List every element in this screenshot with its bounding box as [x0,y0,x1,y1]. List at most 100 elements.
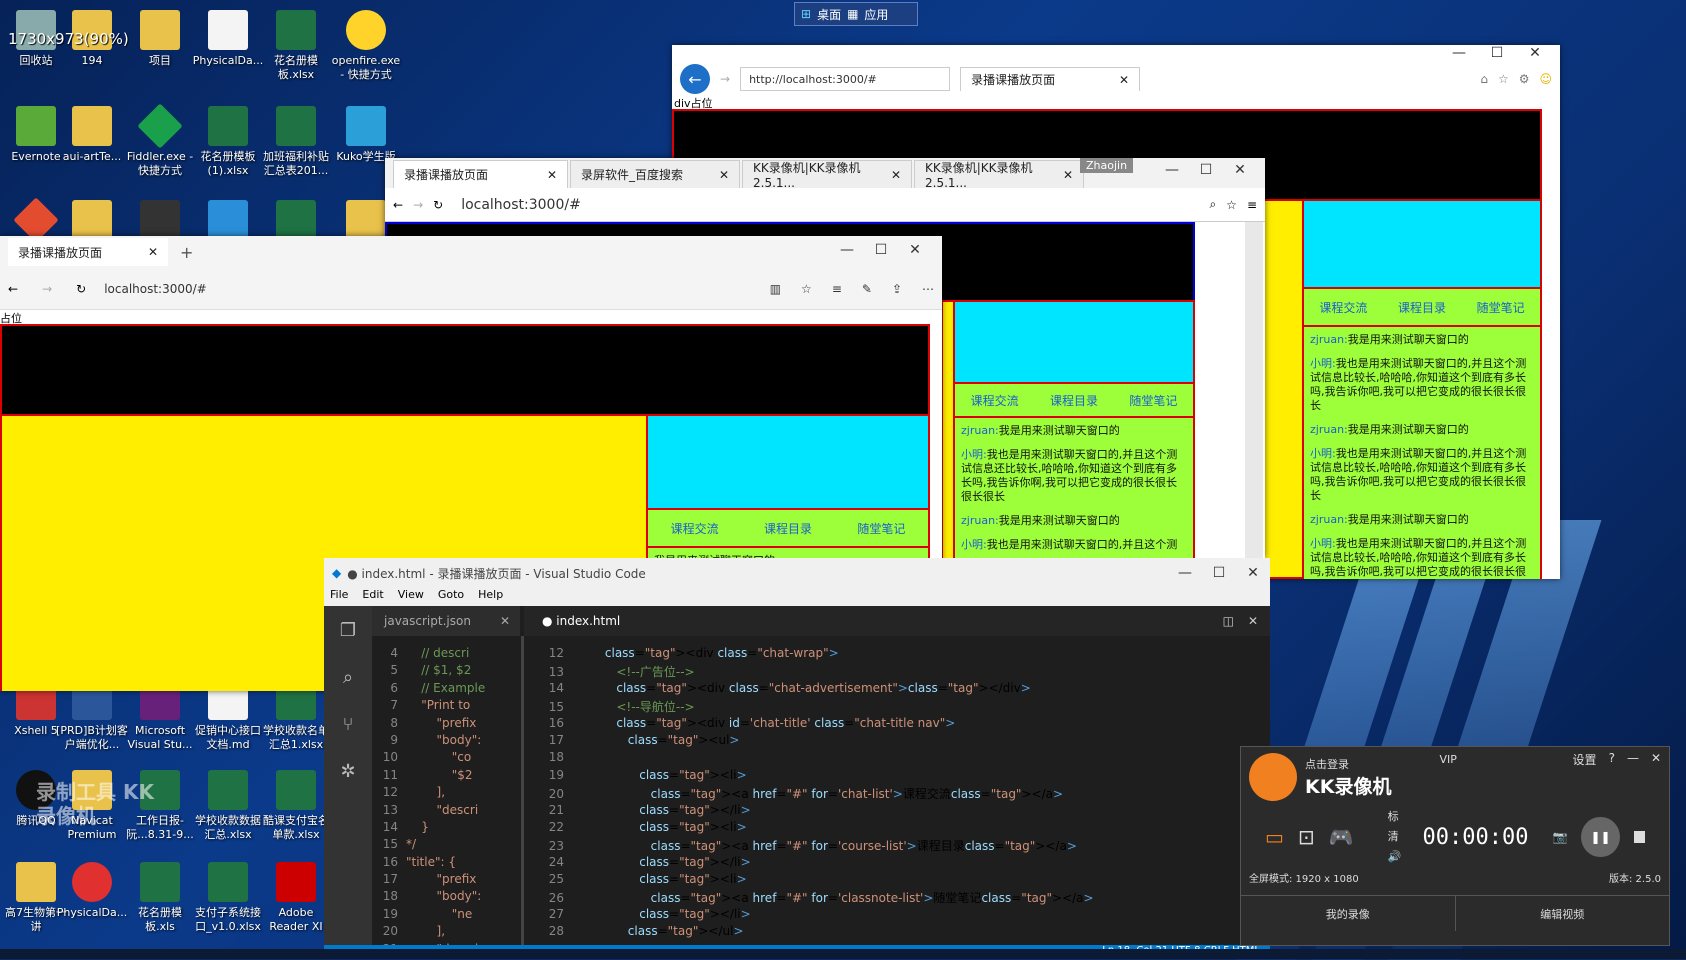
menu-file[interactable]: File [330,588,348,606]
desktop-switch-label[interactable]: 桌面 [817,6,841,23]
menu-icon[interactable]: ≡ [1247,198,1257,212]
ie-address-bar[interactable]: http://localhost:3000/# [740,67,951,91]
maximize-icon[interactable]: ☐ [1202,565,1236,581]
kk-settings[interactable]: 设置 [1573,751,1597,768]
forward-icon[interactable]: → [413,198,423,212]
more-icon[interactable]: ⋯ [922,282,934,296]
desktop-icon-physicalda-2[interactable]: PhysicalDa... [56,862,128,920]
maximize-icon[interactable]: ☐ [864,242,898,258]
pause-button[interactable]: ❚❚ [1581,817,1620,857]
desktop-icon-project[interactable]: 项目 [124,10,196,68]
note-icon[interactable]: ✎ [862,282,872,296]
kk-vip[interactable]: VIP [1439,753,1456,766]
nav-class-notes[interactable]: 随堂笔记 [857,520,905,537]
close-icon[interactable]: ✕ [1518,45,1552,63]
reading-view-icon[interactable]: ▥ [770,282,781,296]
minimize-icon[interactable]: — [830,242,864,258]
edge-address-bar[interactable]: localhost:3000/# [96,277,656,301]
help-icon[interactable]: ? [1609,751,1615,768]
chrome-tab-active[interactable]: 录播课播放页面 ✕ [393,160,568,188]
git-icon[interactable]: ⑂ [343,714,354,735]
desktop-icon-adobe[interactable]: Adobe Reader XI [260,862,332,934]
close-icon[interactable]: ✕ [898,242,932,258]
nav-course-chat[interactable]: 课程交流 [671,520,719,537]
desktop-icon-xlsx-1[interactable]: 花名册模板(1).xlsx [192,106,264,178]
editor-left-pane[interactable]: 4 // descri 5 // $1, $2 6 // Example 7 "Pri… [372,646,520,946]
scrollbar[interactable] [1245,222,1263,558]
nav-course-chat[interactable]: 课程交流 [1319,299,1367,316]
home-icon[interactable]: ⌂ [1480,72,1488,86]
desktop-icon-overtime[interactable]: 加班福利补贴汇总表201... [260,106,332,178]
reload-icon[interactable]: ↻ [433,198,443,212]
minimize-icon[interactable]: — [1168,565,1202,581]
hub-icon[interactable]: ≡ [832,282,842,296]
nav-class-notes[interactable]: 随堂笔记 [1129,392,1177,409]
kk-recorder-window[interactable]: 点击登录 KK录像机 VIP 设置 ? — ✕ ▭ ⊡ 🎮 标清 🔊 00:00… [1240,746,1670,946]
menu-goto[interactable]: Goto [438,588,464,606]
nav-course-list[interactable]: 课程目录 [1050,392,1098,409]
reload-icon[interactable]: ↻ [76,282,86,296]
desktop-icon-physicalda[interactable]: PhysicalDa... [192,10,264,68]
nav-class-notes[interactable]: 随堂笔记 [1477,299,1525,316]
menu-help[interactable]: Help [478,588,503,606]
taskbar[interactable] [0,949,1686,959]
close-tab-icon[interactable]: ✕ [1119,73,1129,87]
desktop-icon-xlsx[interactable]: 花名册模板.xlsx [260,10,332,82]
debug-icon[interactable]: ✲ [340,761,355,782]
apps-switch-label[interactable]: 应用 [864,6,888,23]
editor-tab-html[interactable]: ● index.html ◫ ✕ [524,606,1270,636]
editor-right-pane[interactable]: 12 class="tag"><div class="chat-wrap"> 13… [524,646,1260,946]
close-tab-icon[interactable]: ✕ [500,614,510,628]
close-icon[interactable]: ✕ [1651,751,1661,768]
new-tab-icon[interactable]: + [180,243,193,262]
forward-icon[interactable]: → [42,282,52,296]
back-icon[interactable]: ← [8,282,18,296]
kk-quality[interactable]: 标清 [1388,807,1409,847]
desktop-icon-payment-api[interactable]: 支付子系统接口_v1.0.xlsx [192,862,264,934]
maximize-icon[interactable]: ☐ [1189,162,1223,178]
star-icon[interactable]: ☆ [1498,72,1509,86]
ie-tab[interactable]: 录播课播放页面 ✕ [960,67,1141,91]
stop-button[interactable] [1633,831,1645,843]
volume-icon[interactable]: 🔊 [1388,847,1409,867]
nav-course-chat[interactable]: 课程交流 [971,392,1019,409]
split-editor-icon[interactable]: ◫ [1223,614,1234,628]
menu-view[interactable]: View [398,588,424,606]
editor-tab-js[interactable]: javascript.json ✕ [372,606,520,636]
gear-icon[interactable]: ⚙ [1519,72,1530,86]
maximize-icon[interactable]: ☐ [1480,45,1514,63]
star-icon[interactable]: ☆ [801,282,812,296]
desktop-icon-alipay-list[interactable]: 酷课支付宝名单款.xlsx [260,770,332,842]
star-icon[interactable]: ☆ [1226,198,1237,212]
game-mode-icon[interactable]: 🎮 [1329,825,1354,849]
minimize-icon[interactable]: — [1627,751,1639,768]
chrome-address-bar[interactable]: localhost:3000/# [453,192,1200,217]
menu-edit[interactable]: Edit [362,588,383,606]
close-icon[interactable]: ✕ [1223,162,1257,178]
desktop-icon-roster-xls[interactable]: 花名册模板.xls [124,862,196,934]
desktop-icon-openfire[interactable]: openfire.exe - 快捷方式 [330,10,402,82]
back-icon[interactable]: ← [393,198,403,212]
minimize-icon[interactable]: — [1155,162,1189,178]
camera-icon[interactable]: 📷 [1553,830,1568,844]
region-mode-icon[interactable]: ⊡ [1298,825,1315,849]
minimize-icon[interactable]: — [1442,45,1476,63]
explorer-icon[interactable]: ❐ [340,620,356,641]
nav-course-list[interactable]: 课程目录 [764,520,812,537]
desktop-icon-fiddler[interactable]: Fiddler.exe - 快捷方式 [124,103,196,178]
chrome-tab[interactable]: KK录像机|KK录像机 2.5.1... ✕ [742,160,912,190]
desktop-app-switch[interactable]: ⊞ 桌面 ▦ 应用 [794,2,918,26]
desktop-icon-school-data[interactable]: 学校收款数据汇总.xlsx [192,770,264,842]
close-editor-icon[interactable]: ✕ [1248,614,1258,628]
edit-video-button[interactable]: 编辑视频 [1456,896,1670,931]
nav-course-list[interactable]: 课程目录 [1398,299,1446,316]
chrome-profile-badge[interactable]: Zhaojin [1080,158,1134,173]
back-icon[interactable]: ← [680,64,710,94]
desktop-icon-aui[interactable]: aui-artTe... [56,106,128,164]
kk-login-link[interactable]: 点击登录 [1305,756,1391,772]
search-icon[interactable]: ⌕ [343,667,353,688]
forward-icon[interactable]: → [720,72,730,86]
smiley-icon[interactable]: ☺ [1539,72,1552,86]
chrome-tab[interactable]: 录屏软件_百度搜索 ✕ [570,160,740,188]
close-icon[interactable]: ✕ [1236,565,1270,581]
